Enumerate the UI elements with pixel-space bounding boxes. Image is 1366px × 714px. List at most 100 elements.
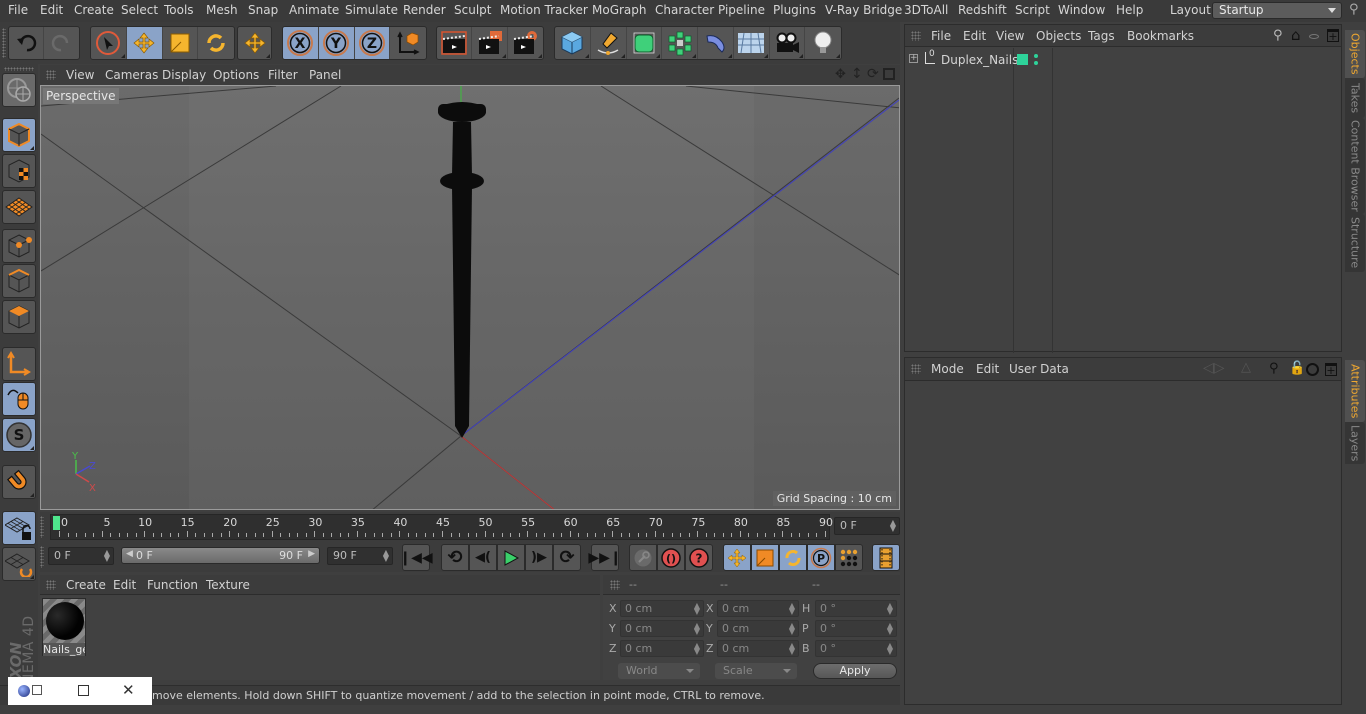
cloner-button[interactable] [662,27,698,59]
solo-button[interactable]: S [2,418,36,452]
next-key-button[interactable]: ⟳ [553,544,581,571]
material-menu-function[interactable]: Function [147,578,198,592]
expand-icon[interactable]: + [909,54,918,63]
material-thumbnail[interactable]: Nails_ge [42,598,86,656]
rot-b-field[interactable]: 0 ° ▲ ▼ [815,640,897,657]
rot-p-field[interactable]: 0 ° ▲ ▼ [815,620,897,637]
pos-z-field[interactable]: 0 cm ▲ ▼ [620,640,704,657]
object-menu-objects[interactable]: Objects [1036,29,1081,43]
render-view-button[interactable] [437,27,473,59]
current-frame-field[interactable]: 0 F ▲ ▼ [834,517,900,535]
target-icon[interactable] [1306,363,1319,376]
menu-mograph[interactable]: MoGraph [592,3,647,17]
visibility-icon[interactable] [1309,34,1319,39]
previous-key-button[interactable]: ⟲ [441,544,469,571]
apply-button[interactable]: Apply [813,663,897,679]
tab-structure[interactable]: Structure [1345,214,1365,272]
range-right-arrow-icon[interactable]: ▶ [308,549,315,559]
z-axis-button[interactable]: Z [354,27,391,59]
pla-track-button[interactable] [835,544,863,571]
menu-snap[interactable]: Snap [248,3,278,17]
move-button[interactable] [126,27,163,59]
range-left-arrow-icon[interactable]: ◀ [126,549,133,559]
scale-track-button[interactable] [751,544,779,571]
editor-visibility-dot[interactable] [1034,54,1038,58]
playhead[interactable] [53,516,60,530]
up-icon[interactable]: △ [1241,360,1251,375]
rot-h-field[interactable]: 0 ° ▲ ▼ [815,600,897,617]
coordinate-mode-select[interactable]: Scale [715,663,797,679]
position-track-button[interactable] [723,544,751,571]
home-icon[interactable]: ⌂ [1291,26,1301,44]
live-selection-button[interactable] [91,27,127,59]
layout-select[interactable]: Startup [1212,2,1342,19]
menu-redshift[interactable]: Redshift [958,3,1007,17]
object-menu-tags[interactable]: Tags [1088,29,1115,43]
menu-pipeline[interactable]: Pipeline [718,3,765,17]
record-button[interactable] [629,544,657,571]
cube-button[interactable] [555,27,591,59]
tab-layers[interactable]: Layers [1345,422,1365,464]
camera-button[interactable] [770,27,806,59]
render-settings-button[interactable] [508,27,543,59]
make-editable-button[interactable] [2,73,36,107]
material-grip[interactable] [46,580,56,590]
layer-color-swatch[interactable] [1017,54,1028,65]
timeline-ruler[interactable]: 0 5 10 15 20 25 30 35 40 45 50 55 60 65 70 75 80 85 90 [50,514,833,540]
menu-animate[interactable]: Animate [289,3,339,17]
object-menu-view[interactable]: View [996,29,1024,43]
close-icon[interactable]: ✕ [122,681,135,699]
object-menu-file[interactable]: File [931,29,951,43]
menu-simulate[interactable]: Simulate [345,3,398,17]
workplane-lock-button[interactable] [2,511,36,545]
object-menu-edit[interactable]: Edit [963,29,986,43]
pan-icon[interactable]: ✥ [835,67,846,82]
texture-mode-button[interactable] [2,154,36,188]
move-tool-button[interactable] [238,27,271,59]
previous-frame-button[interactable]: ◀( [469,544,497,571]
object-manager-grip[interactable] [911,31,921,41]
camera-label[interactable]: Perspective [43,88,119,104]
pen-button[interactable] [591,27,627,59]
search-icon[interactable]: ⚲ [1349,2,1359,17]
menu-sculpt[interactable]: Sculpt [454,3,491,17]
edges-mode-button[interactable] [2,264,36,298]
viewport-menu-cameras[interactable]: Cameras [105,68,158,82]
coordinate-space-select[interactable]: World [618,663,700,679]
tweak-mode-button[interactable] [2,382,36,416]
attribute-menu-user-data[interactable]: User Data [1009,362,1069,376]
start-frame-field[interactable]: 0 F ▲ ▼ [48,547,114,565]
timeline-window-button[interactable] [872,544,900,571]
maximize-icon[interactable] [78,685,89,696]
toolbar-grip[interactable] [2,28,6,58]
material-menu-texture[interactable]: Texture [206,578,250,592]
floor-button[interactable] [734,27,770,59]
render-picture-viewer-button[interactable] [472,27,508,59]
parameter-track-button[interactable]: P [807,544,835,571]
menu-vray-bridge[interactable]: V-Ray Bridge [825,3,902,17]
size-x-field[interactable]: 0 cm ▲ ▼ [717,600,799,617]
tab-objects[interactable]: Objects [1345,30,1365,78]
size-z-field[interactable]: 0 cm ▲ ▼ [717,640,799,657]
workplane-mode-button[interactable] [2,190,36,224]
menu-render[interactable]: Render [403,3,446,17]
viewport-menu-display[interactable]: Display [162,68,206,82]
tab-attributes[interactable]: Attributes [1345,360,1365,422]
polygons-mode-button[interactable] [2,300,36,334]
viewport-menu-panel[interactable]: Panel [309,68,341,82]
go-to-end-button[interactable]: ▶▶❙ [588,544,622,571]
rotation-track-button[interactable] [779,544,807,571]
dolly-icon[interactable]: ↕ [851,66,863,82]
maximize-view-icon[interactable] [883,68,895,80]
undo-button[interactable] [9,27,45,59]
object-menu-bookmarks[interactable]: Bookmarks [1127,29,1194,43]
menu-motion-tracker[interactable]: Motion Tracker [500,3,588,17]
timeline-grip[interactable] [40,516,44,538]
keyframe-selection-button[interactable]: ? [685,544,713,571]
left-toolbar-grip[interactable] [4,67,34,71]
coordinates-grip[interactable] [610,580,620,590]
search-icon[interactable]: ⚲ [1273,28,1283,43]
viewport-menu-filter[interactable]: Filter [268,68,298,82]
coordinate-system-button[interactable] [390,27,426,59]
menu-select[interactable]: Select [121,3,158,17]
